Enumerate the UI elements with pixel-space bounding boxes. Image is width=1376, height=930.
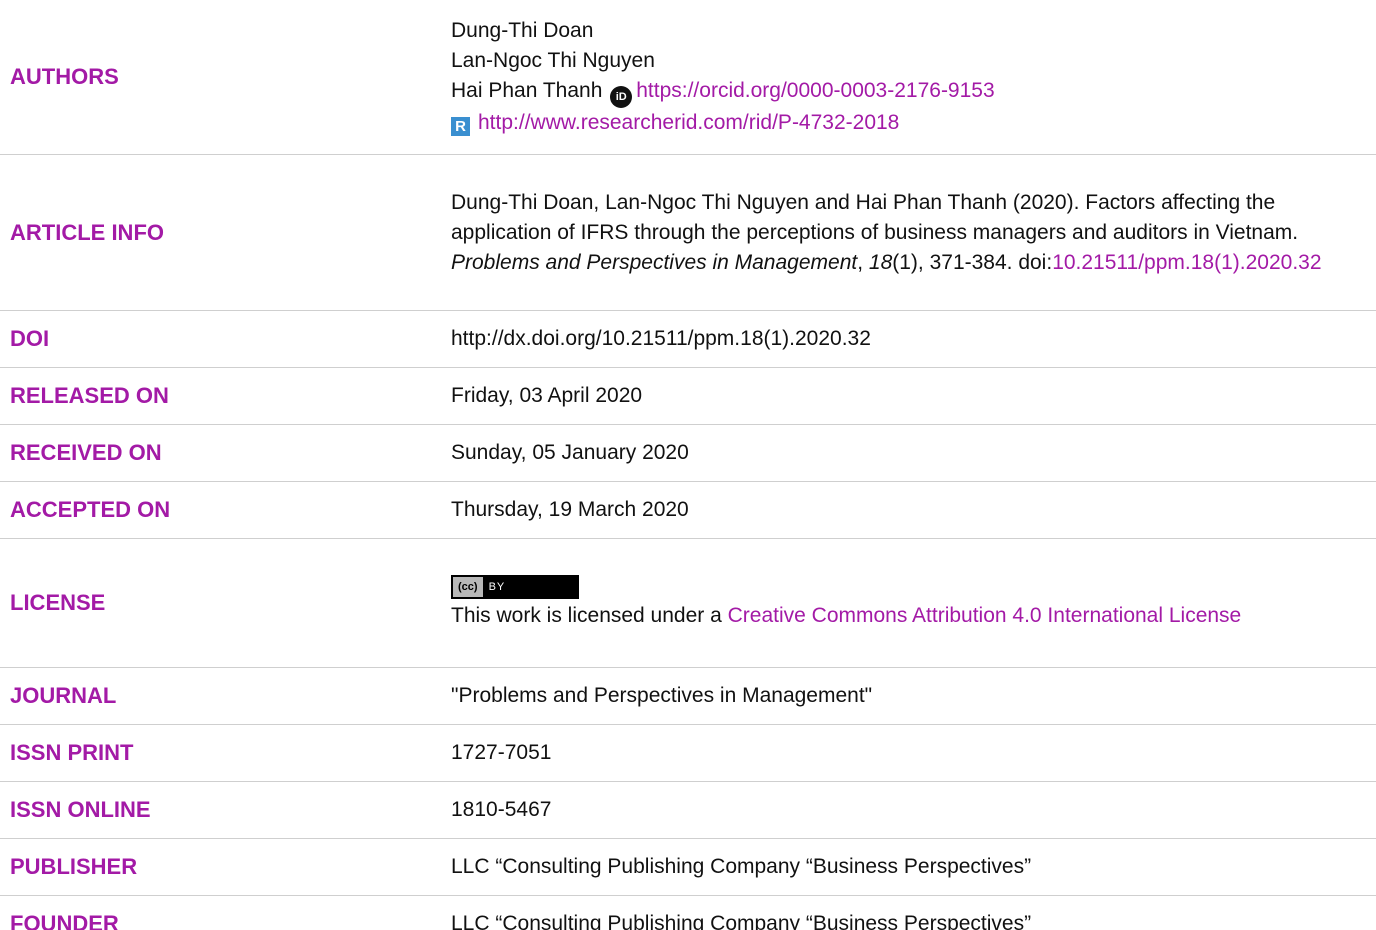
row-founder: FOUNDER LLC “Consulting Publishing Compa… (0, 895, 1376, 930)
authors-value: Dung-Thi Doan Lan-Ngoc Thi Nguyen Hai Ph… (451, 0, 1376, 155)
cc-by-badge-icon[interactable]: (cc) BY (451, 575, 579, 600)
license-label: LICENSE (0, 538, 451, 668)
author-name: Hai Phan Thanh (451, 79, 603, 102)
cc-badge-left: (cc) (453, 577, 483, 598)
founder-label: FOUNDER (0, 895, 451, 930)
citation-volume: 18 (868, 250, 893, 274)
license-prefix: This work is licensed under a (451, 604, 728, 627)
article-info-value: Dung-Thi Doan, Lan-Ngoc Thi Nguyen and H… (451, 154, 1376, 311)
article-metadata-table: AUTHORS Dung-Thi Doan Lan-Ngoc Thi Nguye… (0, 0, 1376, 930)
issn-print-value: 1727-7051 (451, 724, 1376, 782)
citation-issue-pages: (1), 371-384. doi: (892, 250, 1053, 274)
author-name: Lan-Ngoc Thi Nguyen (451, 49, 655, 72)
citation-sep: , (857, 250, 869, 274)
cc-badge-by: BY (488, 581, 506, 594)
row-journal: JOURNAL "Problems and Perspectives in Ma… (0, 667, 1376, 725)
founder-value: LLC “Consulting Publishing Company “Busi… (451, 895, 1376, 930)
citation-doi-link[interactable]: 10.21511/ppm.18(1).2020.32 (1052, 251, 1321, 274)
author-name: Dung-Thi Doan (451, 19, 594, 42)
released-on-value: Friday, 03 April 2020 (451, 367, 1376, 425)
publisher-value: LLC “Consulting Publishing Company “Busi… (451, 838, 1376, 896)
orcid-link[interactable]: https://orcid.org/0000-0003-2176-9153 (636, 79, 994, 102)
orcid-icon[interactable]: iD (610, 86, 633, 108)
row-authors: AUTHORS Dung-Thi Doan Lan-Ngoc Thi Nguye… (0, 0, 1376, 155)
publisher-label: PUBLISHER (0, 838, 451, 896)
received-on-label: RECEIVED ON (0, 424, 451, 482)
accepted-on-value: Thursday, 19 March 2020 (451, 481, 1376, 539)
journal-value: "Problems and Perspectives in Management… (451, 667, 1376, 725)
license-link[interactable]: Creative Commons Attribution 4.0 Interna… (728, 604, 1242, 627)
issn-online-value: 1810-5467 (451, 781, 1376, 839)
researcherid-line: Rhttp://www.researcherid.com/rid/P-4732-… (451, 108, 1356, 138)
citation-journal: Problems and Perspectives in Management (451, 250, 858, 274)
accepted-on-label: ACCEPTED ON (0, 481, 451, 539)
researcherid-icon[interactable]: R (451, 117, 470, 136)
doi-label: DOI (0, 310, 451, 368)
row-doi: DOI http://dx.doi.org/10.21511/ppm.18(1)… (0, 310, 1376, 368)
author-name-with-orcid: Hai Phan Thanh iD https://orcid.org/0000-… (451, 76, 1356, 108)
released-on-label: RELEASED ON (0, 367, 451, 425)
row-issn-print: ISSN PRINT 1727-7051 (0, 724, 1376, 782)
row-received-on: RECEIVED ON Sunday, 05 January 2020 (0, 424, 1376, 482)
issn-print-label: ISSN PRINT (0, 724, 451, 782)
received-on-value: Sunday, 05 January 2020 (451, 424, 1376, 482)
license-text: This work is licensed under a Creative C… (451, 601, 1356, 631)
row-article-info: ARTICLE INFO Dung-Thi Doan, Lan-Ngoc Thi… (0, 154, 1376, 311)
row-released-on: RELEASED ON Friday, 03 April 2020 (0, 367, 1376, 425)
row-issn-online: ISSN ONLINE 1810-5467 (0, 781, 1376, 839)
journal-label: JOURNAL (0, 667, 451, 725)
row-accepted-on: ACCEPTED ON Thursday, 19 March 2020 (0, 481, 1376, 539)
doi-value: http://dx.doi.org/10.21511/ppm.18(1).202… (451, 310, 1376, 368)
citation-text: Dung-Thi Doan, Lan-Ngoc Thi Nguyen and H… (451, 190, 1299, 244)
authors-label: AUTHORS (0, 0, 451, 155)
researcherid-link[interactable]: http://www.researcherid.com/rid/P-4732-2… (478, 111, 899, 134)
license-badge-row: (cc) BY (451, 575, 1356, 601)
row-publisher: PUBLISHER LLC “Consulting Publishing Com… (0, 838, 1376, 896)
row-license: LICENSE (cc) BY This work is licensed un… (0, 538, 1376, 668)
license-value: (cc) BY This work is licensed under a Cr… (451, 538, 1376, 668)
issn-online-label: ISSN ONLINE (0, 781, 451, 839)
article-info-label: ARTICLE INFO (0, 154, 451, 311)
